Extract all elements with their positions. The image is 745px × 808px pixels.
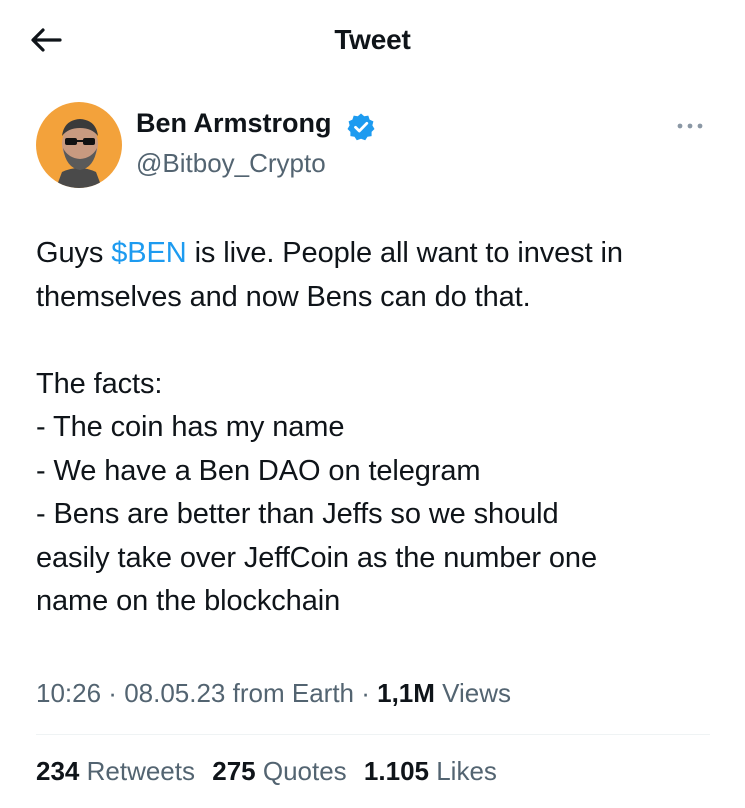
quotes-count: 275 (212, 756, 256, 786)
tweet-line: themselves and now Bens can do that. (36, 280, 531, 313)
tweet-line: The facts: (36, 367, 163, 400)
tweet-date[interactable]: 08.05.23 (124, 678, 225, 708)
divider (36, 734, 710, 735)
tweet-time[interactable]: 10:26 (36, 678, 101, 708)
tweet-text-segment: Guys (36, 237, 112, 269)
views-label: Views (434, 678, 512, 708)
tweet-line: name on the blockchain (36, 585, 341, 617)
tweet-line: easily take over JeffCoin as the number … (36, 541, 597, 574)
tweet-line: - We have a Ben DAO on telegram (36, 454, 481, 487)
quotes-stat[interactable]: 275 Quotes (212, 756, 346, 787)
meta-separator: · (354, 678, 378, 708)
retweets-count: 234 (36, 756, 80, 786)
tweet-text-segment: is live. People all want to invest in (186, 237, 623, 269)
retweets-label: Retweets (79, 756, 195, 786)
author-display-name[interactable]: Ben Armstrong (136, 108, 332, 139)
quotes-label: Quotes (255, 756, 347, 786)
top-bar: Tweet (0, 0, 745, 80)
retweets-stat[interactable]: 234 Retweets (36, 756, 195, 787)
page-title: Tweet (334, 24, 411, 55)
tweet-stats: 234 Retweets 275 Quotes 1.105 Likes (36, 756, 507, 787)
avatar-image (36, 102, 122, 188)
cashtag-link[interactable]: $BEN (111, 237, 186, 269)
tweet-meta: 10:26 · 08.05.23 from Earth · 1,1M Views (36, 678, 511, 709)
views-count: 1,1M (377, 678, 435, 708)
tweet-line: - Bens are better than Jeffs so we shoul… (36, 498, 559, 530)
author-handle[interactable]: @Bitboy_Crypto (136, 148, 326, 179)
avatar[interactable] (36, 102, 122, 188)
tweet-text: Guys $BEN is live. People all want to in… (36, 232, 716, 624)
likes-count: 1.105 (363, 756, 429, 786)
more-horizontal-icon (677, 123, 703, 129)
tweet-author: Ben Armstrong @Bitboy_Crypto (36, 102, 710, 190)
likes-label: Likes (429, 756, 497, 786)
tweet-line: Guys $BEN is live. People all want to in… (36, 232, 716, 276)
meta-separator: · (101, 678, 125, 708)
likes-stat[interactable]: 1.105 Likes (364, 756, 497, 787)
more-options-button[interactable] (670, 112, 710, 140)
tweet-line: - The coin has my name (36, 411, 345, 443)
tweet-source: from Earth (225, 678, 354, 708)
verified-badge-icon (346, 112, 376, 142)
